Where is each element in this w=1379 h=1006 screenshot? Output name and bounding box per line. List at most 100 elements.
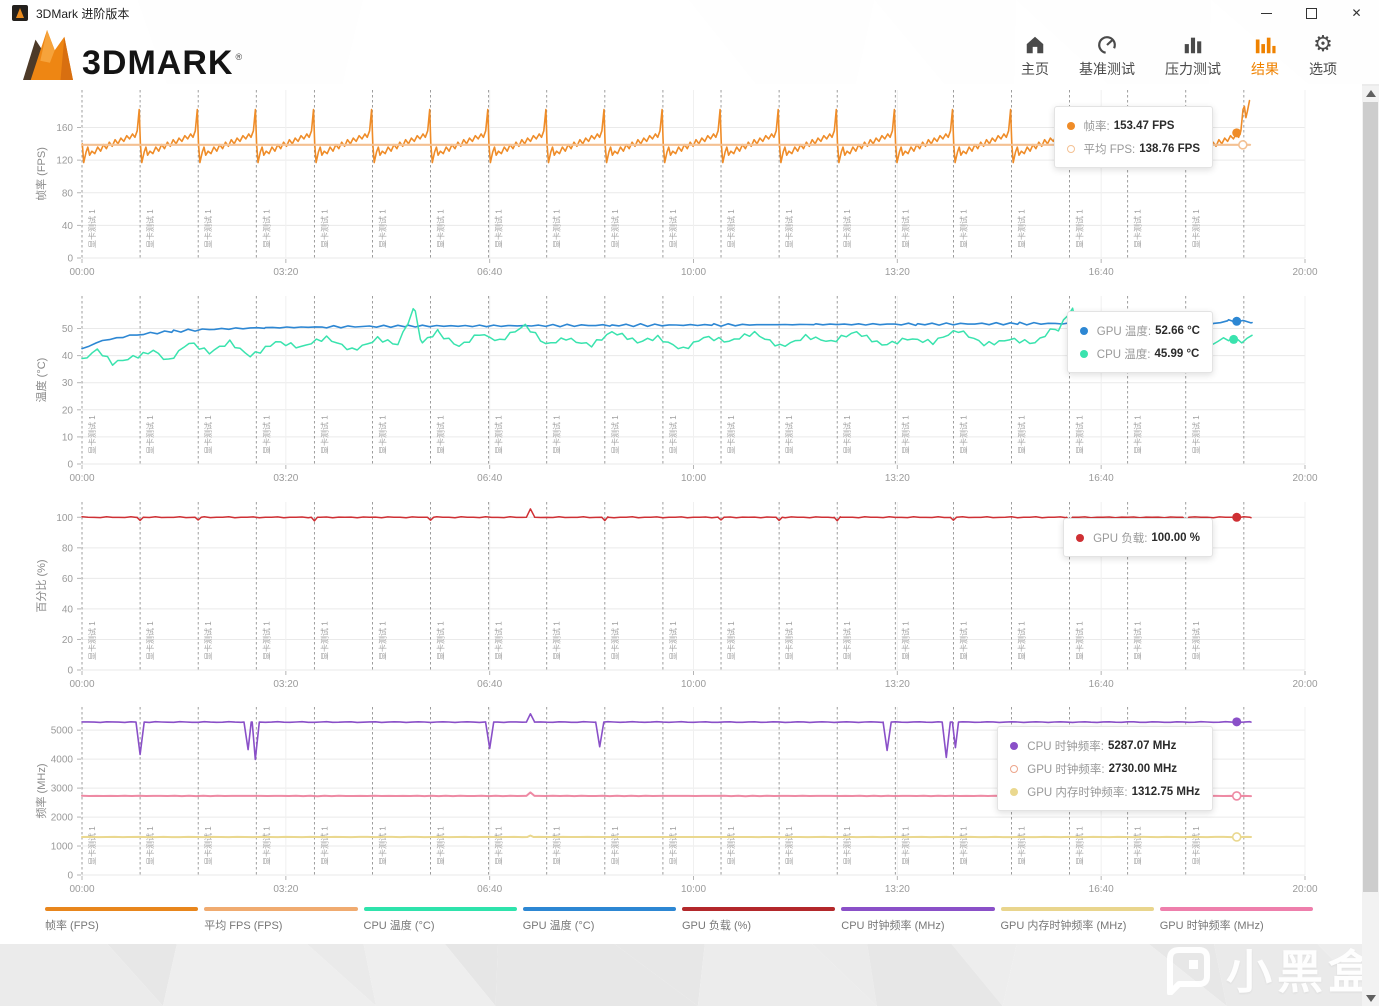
nav-item-stress-test[interactable]: 压力测试	[1165, 32, 1221, 79]
results-icon	[1254, 32, 1276, 56]
series-color-bar	[682, 907, 836, 911]
bottom-legend-item-6[interactable]: GPU 内存时钟频率 (MHz)	[1000, 907, 1154, 933]
svg-text:13:20: 13:20	[885, 267, 910, 278]
svg-text:20:00: 20:00	[1292, 679, 1317, 690]
svg-text:13:20: 13:20	[885, 884, 910, 895]
series-color-bar	[522, 907, 676, 911]
minimize-icon	[1261, 12, 1272, 14]
svg-text:03:20: 03:20	[273, 884, 298, 895]
svg-text:06:40: 06:40	[477, 884, 502, 895]
bottom-legend-item-7[interactable]: GPU 时钟频率 (MHz)	[1159, 907, 1313, 933]
nav-item-benchmark[interactable]: 基准测试	[1079, 32, 1135, 79]
svg-text:0: 0	[67, 254, 73, 265]
series-color-bar	[45, 907, 199, 911]
svg-text:13:20: 13:20	[885, 679, 910, 690]
scrollbar-down-arrow-icon[interactable]	[1366, 995, 1376, 1002]
registered-mark: ®	[235, 52, 243, 62]
logo-text: 3DMARK	[82, 44, 234, 82]
series-dot-icon	[1010, 741, 1019, 750]
svg-text:50: 50	[62, 324, 74, 335]
legend-value: 138.76 FPS	[1139, 142, 1200, 155]
bottom-legend-item-4[interactable]: GPU 负载 (%)	[682, 907, 836, 933]
legend-row: GPU 时钟频率: 2730.00 MHz	[1010, 757, 1200, 780]
nav-item-label: 压力测试	[1165, 60, 1221, 77]
3dmark-flame-icon	[23, 30, 73, 80]
svg-text:03:20: 03:20	[273, 267, 298, 278]
series-color-bar	[1000, 907, 1154, 911]
legend-value: 100.00 %	[1151, 531, 1200, 544]
close-icon: ✕	[1351, 6, 1362, 20]
svg-text:120: 120	[56, 156, 73, 167]
nav-item-options[interactable]: ⚙ 选项	[1309, 32, 1337, 79]
bottom-legend-bar: 帧率 (FPS) 平均 FPS (FPS) CPU 温度 (°C) GPU 温度…	[45, 907, 1313, 933]
main-nav: 主页 基准测试 压力测试 结果 ⚙ 选项	[1021, 32, 1337, 79]
svg-text:20:00: 20:00	[1292, 267, 1317, 278]
legend-label: CPU 温度:	[1096, 348, 1151, 361]
svg-text:20:00: 20:00	[1292, 884, 1317, 895]
svg-text:温度 (°C): 温度 (°C)	[34, 358, 48, 403]
series-color-bar	[1159, 907, 1313, 911]
bottom-legend-item-3[interactable]: GPU 温度 (°C)	[522, 907, 676, 933]
svg-text:06:40: 06:40	[477, 473, 502, 484]
legend-row: GPU 内存时钟频率: 1312.75 MHz	[1010, 780, 1200, 803]
legend-label: GPU 时钟频率:	[1027, 763, 1105, 776]
close-button[interactable]: ✕	[1334, 0, 1379, 26]
chart-3-legend-tooltip: GPU 负载: 100.00 %	[1063, 518, 1213, 557]
nav-item-results[interactable]: 结果	[1251, 32, 1279, 79]
svg-text:10:00: 10:00	[681, 679, 706, 690]
svg-text:0: 0	[67, 460, 73, 471]
maximize-button[interactable]	[1289, 0, 1334, 26]
svg-text:20:00: 20:00	[1292, 473, 1317, 484]
3dmark-logo: 3DMARK ®	[20, 30, 242, 80]
scrollbar-thumb[interactable]	[1363, 102, 1378, 892]
nav-item-label: 主页	[1021, 60, 1049, 77]
svg-text:13:20: 13:20	[885, 473, 910, 484]
svg-text:80: 80	[62, 188, 74, 199]
legend-row: 平均 FPS: 138.76 FPS	[1066, 137, 1200, 160]
series-label: CPU 温度 (°C)	[363, 920, 435, 932]
svg-text:10: 10	[62, 432, 74, 443]
series-label: GPU 时钟频率 (MHz)	[1159, 920, 1264, 932]
series-dot-icon	[1079, 326, 1088, 335]
series-color-bar	[363, 907, 517, 911]
series-dot-icon	[1010, 764, 1019, 773]
nav-item-label: 选项	[1309, 60, 1337, 77]
stress-test-icon	[1182, 32, 1204, 56]
svg-text:帧率 (FPS): 帧率 (FPS)	[34, 147, 48, 201]
svg-text:2000: 2000	[51, 813, 74, 824]
legend-label: GPU 负载:	[1093, 532, 1148, 545]
legend-row: CPU 温度: 45.99 °C	[1079, 342, 1200, 365]
svg-text:160: 160	[56, 123, 73, 134]
scrollbar-up-arrow-icon[interactable]	[1366, 90, 1376, 97]
bottom-legend-item-2[interactable]: CPU 温度 (°C)	[363, 907, 517, 933]
nav-item-home[interactable]: 主页	[1021, 32, 1049, 79]
svg-text:0: 0	[67, 871, 73, 882]
svg-text:10:00: 10:00	[681, 473, 706, 484]
legend-value: 5287.07 MHz	[1107, 739, 1177, 752]
minimize-button[interactable]	[1244, 0, 1289, 26]
heybox-watermark: 小黑盒	[1162, 936, 1379, 1002]
svg-text:40: 40	[62, 221, 74, 232]
series-dot-icon	[1066, 121, 1075, 130]
legend-value: 1312.75 MHz	[1131, 785, 1200, 798]
heybox-logo-icon	[1167, 947, 1210, 995]
svg-text:30: 30	[62, 378, 74, 389]
svg-text:00:00: 00:00	[69, 679, 94, 690]
svg-text:00:00: 00:00	[69, 473, 94, 484]
bottom-legend-item-0[interactable]: 帧率 (FPS)	[45, 907, 199, 933]
chart-1-legend-tooltip: 帧率: 153.47 FPS 平均 FPS: 138.76 FPS	[1053, 106, 1213, 168]
series-dot-icon	[1066, 144, 1075, 153]
vertical-scrollbar[interactable]	[1362, 86, 1379, 1006]
nav-item-label: 基准测试	[1079, 60, 1135, 77]
series-dot-icon	[1010, 787, 1019, 796]
app-header: 3DMARK ® 主页 基准测试 压力测试 结果 ⚙ 选项	[0, 26, 1379, 84]
options-icon: ⚙	[1313, 31, 1333, 57]
svg-text:3000: 3000	[51, 784, 74, 795]
svg-text:10:00: 10:00	[681, 884, 706, 895]
svg-text:06:40: 06:40	[477, 679, 502, 690]
bottom-legend-item-5[interactable]: CPU 时钟频率 (MHz)	[841, 907, 995, 933]
home-icon	[1024, 32, 1046, 56]
svg-text:1000: 1000	[51, 842, 74, 853]
legend-row: 帧率: 153.47 FPS	[1066, 114, 1201, 137]
bottom-legend-item-1[interactable]: 平均 FPS (FPS)	[204, 907, 358, 933]
